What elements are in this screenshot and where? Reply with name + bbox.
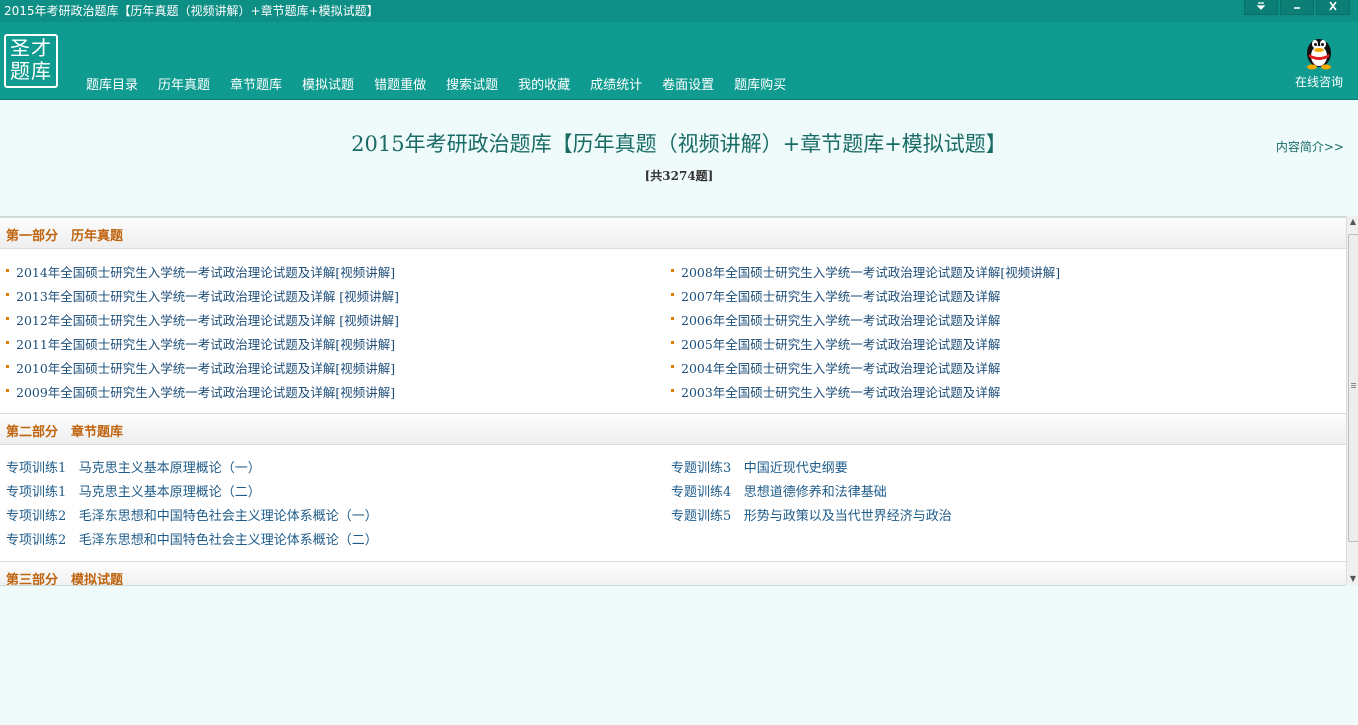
close-icon[interactable] (1316, 0, 1350, 15)
past-exam-link[interactable]: 2008年全国硕士研究生入学统一考试政治理论试题及详解[视频讲解] (681, 262, 1060, 281)
bullet-icon (671, 341, 674, 344)
scrollbar-thumb[interactable] (1348, 234, 1358, 542)
chapter-label: 专项训练1 (6, 461, 67, 476)
past-exam-link[interactable]: 2007年全国硕士研究生入学统一考试政治理论试题及详解 (681, 286, 1000, 305)
qq-penguin-icon (1307, 39, 1331, 70)
menu-past-exams[interactable]: 历年真题 (158, 74, 210, 93)
past-exam-link[interactable]: 2013年全国硕士研究生入学统一考试政治理论试题及详解 [视频讲解] (16, 286, 399, 305)
content-area: 2015年考研政治题库【历年真题（视频讲解）+章节题库+模拟试题】 [共3274… (0, 100, 1358, 725)
main-toolbar: 圣才 题库 题库目录 历年真题 章节题库 模拟试题 错题重做 搜索试题 我的收藏… (0, 22, 1358, 100)
bullet-icon (671, 317, 674, 320)
menu-purchase[interactable]: 题库购买 (734, 74, 786, 93)
chapter-link[interactable]: 专题训练3 中国近现代史纲要 (671, 457, 848, 476)
bullet-icon (6, 341, 9, 344)
menu-page-settings[interactable]: 卷面设置 (662, 74, 714, 93)
past-exam-link[interactable]: 2004年全国硕士研究生入学统一考试政治理论试题及详解 (681, 358, 1000, 377)
vertical-scrollbar[interactable]: ▲ ▼ (1346, 216, 1358, 585)
past-exam-link[interactable]: 2014年全国硕士研究生入学统一考试政治理论试题及详解[视频讲解] (16, 262, 395, 281)
chapter-label: 专项训练1 (6, 485, 67, 500)
logo-line-2: 题库 (10, 59, 52, 83)
bullet-icon (6, 317, 9, 320)
chapter-label: 专项训练2 (6, 509, 67, 524)
window-title: 2015年考研政治题库【历年真题（视频讲解）+章节题库+模拟试题】 (4, 4, 379, 18)
chapter-link[interactable]: 专项训练1 马克思主义基本原理概论（一） (6, 457, 261, 476)
menu-mock-exams[interactable]: 模拟试题 (302, 74, 354, 93)
chapter-link[interactable]: 专项训练2 毛泽东思想和中国特色社会主义理论体系概论（一） (6, 505, 378, 524)
scroll-up-icon[interactable]: ▲ (1347, 216, 1358, 228)
chapter-link[interactable]: 专题训练4 思想道德修养和法律基础 (671, 481, 887, 500)
chapter-label: 专项训练2 (6, 533, 67, 548)
chapter-link[interactable]: 专项训练2 毛泽东思想和中国特色社会主义理论体系概论（二） (6, 529, 378, 548)
minimize-icon[interactable] (1280, 0, 1314, 15)
app-logo: 圣才 题库 (4, 34, 58, 88)
menu-search[interactable]: 搜索试题 (446, 74, 498, 93)
online-consult-label: 在线咨询 (1294, 75, 1343, 89)
bullet-icon (6, 365, 9, 368)
main-menu: 题库目录 历年真题 章节题库 模拟试题 错题重做 搜索试题 我的收藏 成绩统计 … (86, 74, 806, 93)
catalog-panel: 第一部分 历年真题 2014年全国硕士研究生入学统一考试政治理论试题及详解[视频… (0, 216, 1346, 586)
chapter-label: 专题训练3 (671, 461, 732, 476)
section-header-mock-exams: 第三部分 模拟试题 (0, 561, 1346, 586)
past-exam-link[interactable]: 2006年全国硕士研究生入学统一考试政治理论试题及详解 (681, 310, 1000, 329)
menu-catalog[interactable]: 题库目录 (86, 74, 138, 93)
bullet-icon (671, 269, 674, 272)
chapter-label: 专题训练4 (671, 485, 732, 500)
past-exam-link[interactable]: 2005年全国硕士研究生入学统一考试政治理论试题及详解 (681, 334, 1000, 353)
menu-statistics[interactable]: 成绩统计 (590, 74, 642, 93)
section-header-chapter-bank: 第二部分 章节题库 (0, 413, 1346, 445)
chapter-link[interactable]: 专题训练5 形势与政策以及当代世界经济与政治 (671, 505, 952, 524)
bullet-icon (6, 293, 9, 296)
past-exam-link[interactable]: 2011年全国硕士研究生入学统一考试政治理论试题及详解[视频讲解] (16, 334, 395, 353)
scroll-down-icon[interactable]: ▼ (1347, 573, 1358, 585)
online-consult-button[interactable]: 在线咨询 (1294, 32, 1344, 90)
bullet-icon (671, 389, 674, 392)
chapter-name: 中国近现代史纲要 (743, 461, 848, 476)
chapter-name: 思想道德修养和法律基础 (743, 485, 887, 500)
chapter-name: 形势与政策以及当代世界经济与政治 (743, 509, 952, 524)
menu-chapter-bank[interactable]: 章节题库 (230, 74, 282, 93)
section-title: 第二部分 章节题库 (6, 425, 124, 440)
bullet-icon (6, 269, 9, 272)
chapter-link[interactable]: 专项训练1 马克思主义基本原理概论（二） (6, 481, 261, 500)
menu-redo-mistakes[interactable]: 错题重做 (374, 74, 426, 93)
chapter-name: 毛泽东思想和中国特色社会主义理论体系概论（一） (78, 509, 378, 524)
bullet-icon (671, 365, 674, 368)
past-exam-link[interactable]: 2010年全国硕士研究生入学统一考试政治理论试题及详解[视频讲解] (16, 358, 395, 377)
section-title: 第三部分 模拟试题 (6, 573, 124, 586)
dropdown-icon[interactable] (1244, 0, 1278, 15)
section-header-past-exams: 第一部分 历年真题 (0, 217, 1346, 249)
past-exam-link[interactable]: 2012年全国硕士研究生入学统一考试政治理论试题及详解 [视频讲解] (16, 310, 399, 329)
bullet-icon (671, 293, 674, 296)
menu-favorites[interactable]: 我的收藏 (518, 74, 570, 93)
intro-link[interactable]: 内容简介>> (1276, 138, 1344, 155)
past-exam-link[interactable]: 2003年全国硕士研究生入学统一考试政治理论试题及详解 (681, 382, 1000, 401)
chapter-label: 专题训练5 (671, 509, 732, 524)
question-count: [共3274题] (644, 169, 714, 183)
title-bar: 2015年考研政治题库【历年真题（视频讲解）+章节题库+模拟试题】 (0, 0, 1358, 22)
logo-line-1: 圣才 (10, 36, 52, 60)
bullet-icon (6, 389, 9, 392)
chapter-name: 马克思主义基本原理概论（二） (78, 485, 261, 500)
chapter-name: 马克思主义基本原理概论（一） (78, 461, 261, 476)
page-title: 2015年考研政治题库【历年真题（视频讲解）+章节题库+模拟试题】 (351, 132, 1007, 156)
chapter-name: 毛泽东思想和中国特色社会主义理论体系概论（二） (78, 533, 378, 548)
past-exam-link[interactable]: 2009年全国硕士研究生入学统一考试政治理论试题及详解[视频讲解] (16, 382, 395, 401)
section-title: 第一部分 历年真题 (6, 229, 124, 244)
